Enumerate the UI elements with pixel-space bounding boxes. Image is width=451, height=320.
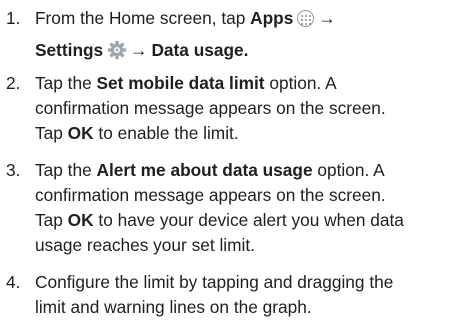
step-number: 3. (6, 160, 21, 180)
step-line: Settings → Data usage. (35, 38, 451, 67)
step-bold-text: OK (67, 123, 94, 143)
step-bold-text: Data usage. (151, 40, 249, 60)
step-number: 2. (6, 73, 21, 93)
step-text-segment: to have your device alert you when data (93, 210, 404, 230)
step-line: usage reaches your set limit. (35, 235, 255, 255)
step-line: confirmation message appears on the scre… (35, 185, 386, 205)
instruction-steps: 1. From the Home screen, tap Apps → Setti… (0, 0, 451, 320)
step-text-segment: to enable the limit. (93, 123, 239, 143)
apps-icon (297, 10, 315, 27)
step-line: From the Home screen, tap Apps → (35, 6, 451, 31)
step-bold-text: OK (67, 210, 94, 230)
step-text: From the Home screen, tap Apps → Settings… (35, 6, 451, 67)
step-text-segment: Tap (35, 123, 68, 143)
step-line: confirmation message appears on the scre… (35, 98, 386, 118)
step-text-segment: Tap the (35, 160, 97, 180)
gear-icon (107, 40, 127, 67)
step-line: Tap the Set mobile data limit option. A (35, 71, 451, 96)
step-text: Tap the Alert me about data usage option… (35, 158, 451, 258)
step-number: 4. (6, 272, 21, 292)
step-text-segment: option. A (312, 160, 385, 180)
step-line: limit and warning lines on the graph. (35, 297, 312, 317)
step-bold-text: Apps (250, 8, 294, 28)
step-line: Tap OK to enable the limit. (35, 121, 451, 146)
step-line: Tap OK to have your device alert you whe… (35, 208, 451, 233)
step-text-segment: From the Home screen, tap (35, 8, 251, 28)
arrow-icon: → (130, 40, 148, 60)
step-text-segment: Tap (35, 210, 68, 230)
step-text: Configure the limit by tapping and dragg… (35, 270, 451, 320)
step-line: Tap the Alert me about data usage option… (35, 158, 451, 183)
step-text-segment: option. A (264, 73, 337, 93)
step-bold-text: Alert me about data usage (96, 160, 313, 180)
step-text-segment: Tap the (35, 73, 97, 93)
step-bold-text: Set mobile data limit (96, 73, 265, 93)
step-number: 1. (6, 8, 21, 28)
arrow-icon: → (318, 8, 336, 28)
step-bold-text: Settings (35, 40, 104, 60)
step-line: Configure the limit by tapping and dragg… (35, 272, 394, 292)
step-text: Tap the Set mobile data limit option. A … (35, 71, 451, 146)
